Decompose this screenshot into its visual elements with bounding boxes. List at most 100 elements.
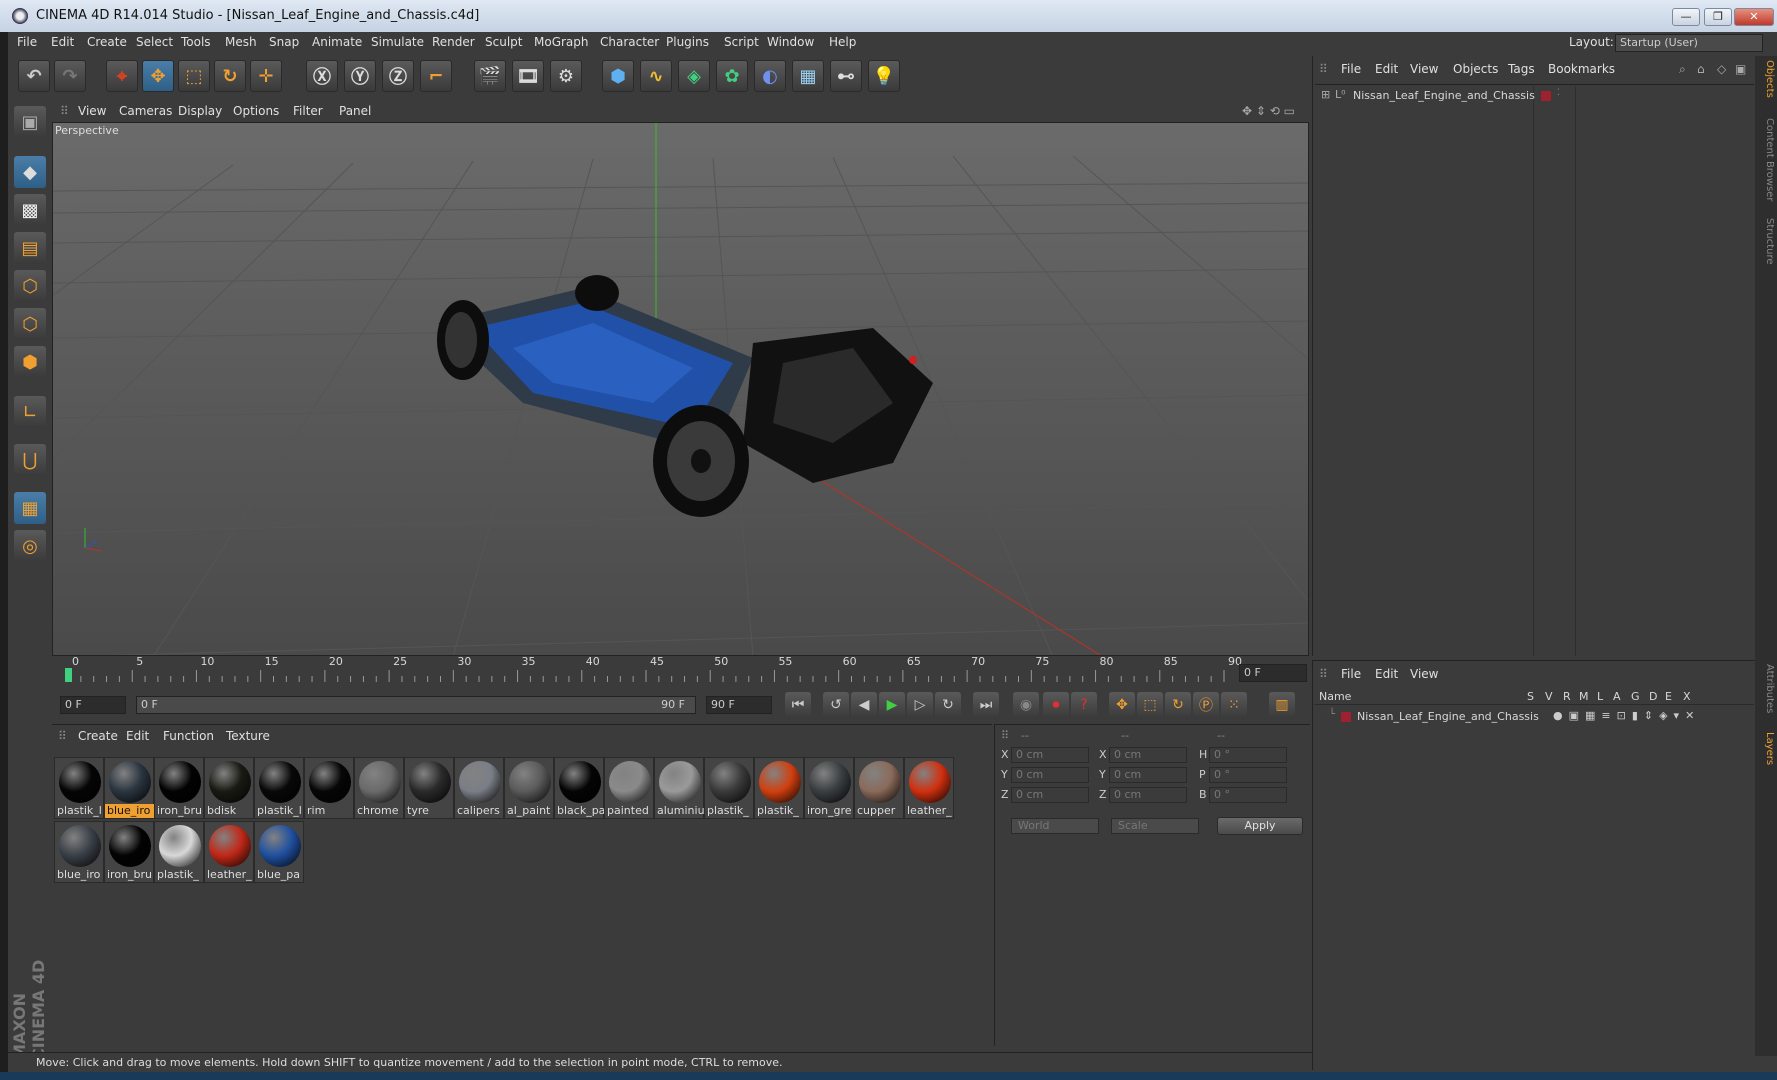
viewport-nav-icons[interactable]: ✥ ⇕ ⟲ ▭ <box>1242 104 1295 118</box>
drag-handle-icon[interactable]: ⠿ <box>1319 667 1328 681</box>
previous-frame-button[interactable]: ◀ <box>851 692 877 718</box>
layer-color-swatch[interactable] <box>1341 712 1351 722</box>
layers-menu-file[interactable]: File <box>1341 667 1361 681</box>
coordinate-value-field[interactable]: 0 cm <box>1109 747 1187 763</box>
coordinate-value-field[interactable]: 0 cm <box>1011 747 1089 763</box>
menu-create[interactable]: Create <box>87 35 127 49</box>
material-swatch[interactable]: plastik_ <box>754 757 804 819</box>
redo-button[interactable]: ↷ <box>54 60 86 92</box>
tab-objects[interactable]: Objects <box>1757 60 1775 98</box>
coordinate-value-field[interactable]: 0 ° <box>1209 747 1287 763</box>
material-menu-edit[interactable]: Edit <box>126 729 149 743</box>
drag-handle-icon[interactable]: ⠿ <box>58 729 67 743</box>
edges-mode-button[interactable]: ⬡ <box>14 308 46 340</box>
material-swatch[interactable]: al_paint <box>504 757 554 819</box>
layer-column-l[interactable]: L <box>1597 690 1603 703</box>
y-axis-button[interactable]: Ⓨ <box>344 60 376 92</box>
coordinate-value-field[interactable]: 0 ° <box>1209 787 1287 803</box>
drag-handle-icon[interactable]: ⠿ <box>1001 729 1009 742</box>
add-scene-button[interactable]: ▦ <box>792 60 824 92</box>
material-swatch[interactable]: black_pa <box>554 757 605 819</box>
material-swatch[interactable]: calipers <box>454 757 504 819</box>
tab-layers[interactable]: Layers <box>1757 732 1775 765</box>
add-light-button[interactable]: 💡 <box>868 60 900 92</box>
perspective-viewport[interactable]: Perspective <box>52 122 1309 656</box>
key-rotation-button[interactable]: ↻ <box>1165 692 1191 718</box>
key-pla-button[interactable]: ⁙ <box>1221 692 1247 718</box>
layer-color-swatch[interactable] <box>1541 91 1551 101</box>
menu-render[interactable]: Render <box>432 35 475 49</box>
render-settings-button[interactable]: ⚙ <box>550 60 582 92</box>
apply-button[interactable]: Apply <box>1217 817 1303 835</box>
material-swatch[interactable]: iron_gre <box>804 757 854 819</box>
add-cube-button[interactable]: ⬢ <box>602 60 634 92</box>
new-panel-icon[interactable]: ▣ <box>1735 62 1746 76</box>
layer-column-s[interactable]: S <box>1527 690 1534 703</box>
objects-menu-objects[interactable]: Objects <box>1453 62 1498 76</box>
material-swatch[interactable]: plastik_ <box>704 757 754 819</box>
search-icon[interactable]: ⌕ <box>1679 62 1686 77</box>
add-camera-button[interactable]: ⊷ <box>830 60 862 92</box>
transform-tool-button[interactable]: ✛ <box>250 60 282 92</box>
home-icon[interactable]: ⌂ <box>1697 62 1705 76</box>
material-menu-function[interactable]: Function <box>163 729 214 743</box>
z-axis-button[interactable]: Ⓩ <box>382 60 414 92</box>
coordinate-value-field[interactable]: 0 cm <box>1011 787 1089 803</box>
add-nurbs-button[interactable]: ◈ <box>678 60 710 92</box>
drag-handle-icon[interactable]: ⠿ <box>1319 62 1328 76</box>
layer-column-name[interactable]: Name <box>1319 690 1351 703</box>
viewport-menu-cameras[interactable]: Cameras <box>119 104 172 118</box>
viewport-menu-options[interactable]: Options <box>233 104 279 118</box>
move-tool-button[interactable]: ✥ <box>142 60 174 92</box>
rotate-tool-button[interactable]: ↻ <box>214 60 246 92</box>
object-row[interactable]: ⊞ L⁰ Nissan_Leaf_Engine_and_Chassis ⁚ <box>1315 86 1754 104</box>
sculpt-button[interactable]: ◎ <box>14 530 46 562</box>
add-array-button[interactable]: ✿ <box>716 60 748 92</box>
menu-script[interactable]: Script <box>724 35 759 49</box>
layer-column-v[interactable]: V <box>1545 690 1553 703</box>
add-spline-button[interactable]: ∿ <box>640 60 672 92</box>
tab-structure[interactable]: Structure <box>1757 218 1775 265</box>
go-to-start-button[interactable]: ⏮ <box>785 692 811 718</box>
material-swatch[interactable]: blue_pa <box>254 821 304 883</box>
layers-menu-view[interactable]: View <box>1410 667 1438 681</box>
layer-column-a[interactable]: A <box>1613 690 1621 703</box>
preview-range-slider[interactable]: 0 F 90 F <box>136 696 696 714</box>
coordinate-value-field[interactable]: 0 cm <box>1109 787 1187 803</box>
material-swatch[interactable]: bdisk <box>204 757 254 819</box>
coordinate-space-select[interactable]: World <box>1011 818 1099 834</box>
objects-menu-tags[interactable]: Tags <box>1508 62 1535 76</box>
viewport-menu-view[interactable]: View <box>78 104 106 118</box>
layer-column-x[interactable]: X <box>1683 690 1691 703</box>
layer-column-d[interactable]: D <box>1649 690 1657 703</box>
make-editable-button[interactable]: ▣ <box>14 106 46 138</box>
key-scale-button[interactable]: ⬚ <box>1137 692 1163 718</box>
points-mode-button[interactable]: ⬡ <box>14 270 46 302</box>
key-position-button[interactable]: ✥ <box>1109 692 1135 718</box>
viewport-menu-filter[interactable]: Filter <box>293 104 323 118</box>
keyframe-selection-button[interactable]: ? <box>1071 692 1097 718</box>
next-frame-button[interactable]: ▷ <box>907 692 933 718</box>
material-swatch[interactable]: rim <box>304 757 354 819</box>
next-key-button[interactable]: ↻ <box>935 692 961 718</box>
material-swatch[interactable]: leather_ <box>204 821 254 883</box>
previous-key-button[interactable]: ↺ <box>823 692 849 718</box>
tab-content-browser[interactable]: Content Browser <box>1757 118 1775 201</box>
menu-file[interactable]: File <box>17 35 37 49</box>
menu-animate[interactable]: Animate <box>312 35 362 49</box>
start-frame-field[interactable]: 0 F <box>60 696 126 714</box>
layer-column-r[interactable]: R <box>1563 690 1571 703</box>
visibility-dots-icon[interactable]: ⁚ <box>1557 88 1560 98</box>
maximize-button[interactable]: ❐ <box>1704 8 1732 26</box>
layer-toggle-icons[interactable]: ●▣▦≡⊡▮⇕◈▾✕ <box>1553 709 1700 722</box>
playhead-marker[interactable] <box>65 668 72 682</box>
coordinate-value-field[interactable]: 0 cm <box>1011 767 1089 783</box>
timeline-ruler[interactable]: 0 5 10 15 20 25 30 35 40 45 50 55 60 65 70 75 80 85 90 0 F <box>52 655 1309 686</box>
workplane-lock-button[interactable]: ▦ <box>14 492 46 524</box>
undo-button[interactable]: ↶ <box>18 60 50 92</box>
material-swatch[interactable]: plastik_ <box>154 821 204 883</box>
menu-select[interactable]: Select <box>136 35 173 49</box>
layer-row[interactable]: └ Nissan_Leaf_Engine_and_Chassis ●▣▦≡⊡▮⇕… <box>1315 707 1754 725</box>
menu-help[interactable]: Help <box>829 35 856 49</box>
material-swatch[interactable]: leather_ <box>904 757 954 819</box>
